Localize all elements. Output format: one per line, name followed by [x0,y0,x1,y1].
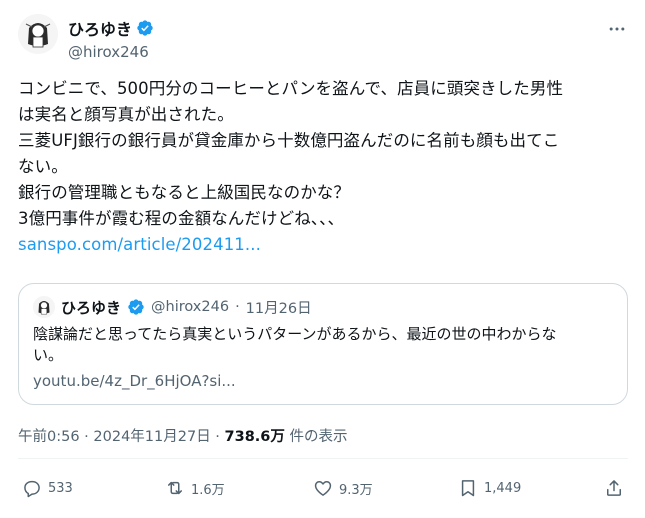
bookmark-button[interactable]: 1,449 [458,478,521,498]
avatar-illustration-icon [18,14,58,54]
tweet-line: は実名と顔写真が出された。 [18,105,234,124]
more-dots-icon [609,27,625,31]
quoted-tweet-body: 陰謀論だと思ってたら真実というパターンがあるから、最近の世の中わからな い。 [33,324,618,366]
timestamp[interactable]: 午前0:56 · 2024年11月27日 · [18,429,225,445]
reply-count: 533 [48,480,73,496]
tweet-header: ひろゆき @hirox246 [18,14,628,64]
quoted-date: 11月26日 [245,300,312,317]
quoted-link: youtu.be/4z_Dr_6HjOA?si... [33,372,236,390]
view-count: 738.6万 [224,429,285,445]
quoted-display-name: ひろゆき [61,298,122,317]
quoted-line: い。 [33,346,64,364]
bookmark-icon [461,480,475,497]
divider [18,458,628,459]
bookmark-count: 1,449 [484,480,522,496]
like-count: 9.3万 [339,482,373,498]
reply-icon [24,480,40,498]
author-display-name[interactable]: ひろゆき [68,16,132,40]
quoted-handle: @hirox246 [151,299,230,315]
view-count-suffix: 件の表示 [284,429,348,445]
more-options-button[interactable] [606,18,628,40]
tweet-line: ない。 [18,157,68,176]
repost-button[interactable]: 1.6万 [165,478,225,498]
quoted-separator: · [235,299,240,315]
article-link[interactable]: sanspo.com/article/202411... [18,235,261,254]
tweet-line: 3億円事件が霞む程の金額なんだけどね、、、 [18,209,345,228]
quoted-tweet-header: ひろゆき @hirox246 · 11月26日 [33,296,312,318]
verified-badge-icon [128,299,144,315]
share-icon [607,480,621,496]
quoted-line: 陰謀論だと思ってたら真実というパターンがあるから、最近の世の中わからな [33,325,557,343]
verified-badge-icon [137,20,153,36]
reply-button[interactable]: 533 [22,478,73,498]
quoted-avatar [33,296,55,318]
heart-icon [314,481,332,496]
action-bar: 533 1.6万 9.3万 1,449 [18,478,628,508]
share-button[interactable] [604,478,624,498]
like-button[interactable]: 9.3万 [313,478,373,498]
tweet-meta: 午前0:56 · 2024年11月27日 · 738.6万 件の表示 [18,425,348,446]
author-block: ひろゆき @hirox246 [68,16,154,61]
avatar[interactable] [18,14,58,54]
tweet-line: 三菱UFJ銀行の銀行員が貸金庫から十数億円盗んだのに名前も顔も出てこ [18,131,560,150]
repost-icon [168,481,182,495]
avatar-illustration-icon [33,296,55,318]
tweet-line: コンビニで、500円分のコーヒーとパンを盗んで、店員に頭突きした男性 [18,79,564,98]
quoted-tweet[interactable]: ひろゆき @hirox246 · 11月26日 陰謀論だと思ってたら真実というパ… [18,283,628,405]
author-handle[interactable]: @hirox246 [68,43,154,61]
repost-count: 1.6万 [191,482,225,498]
tweet-line: 銀行の管理職ともなると上級国民なのかな？ [18,183,350,202]
tweet-body: コンビニで、500円分のコーヒーとパンを盗んで、店員に頭突きした男性 は実名と顔… [18,76,628,258]
